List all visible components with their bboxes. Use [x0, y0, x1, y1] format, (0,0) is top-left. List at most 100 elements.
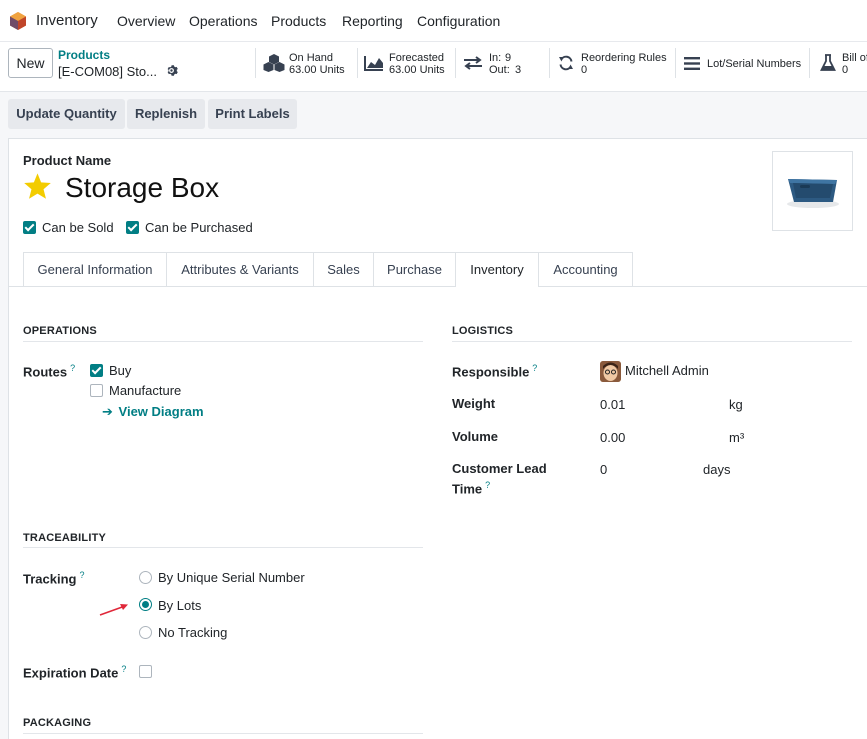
operations-section-title: OPERATIONS [23, 325, 97, 337]
can-be-sold-checkbox[interactable] [23, 221, 36, 234]
help-tooltip-icon[interactable]: ? [70, 363, 75, 373]
annotation-arrow-icon [98, 601, 130, 620]
menu-configuration[interactable]: Configuration [417, 13, 500, 29]
view-diagram-label: View Diagram [118, 404, 204, 419]
storage-box-image-icon [787, 179, 839, 208]
top-navbar: Inventory Overview Operations Products R… [0, 0, 867, 42]
on-hand-label: On Hand [289, 52, 334, 64]
tab-attributes-variants[interactable]: Attributes & Variants [166, 252, 314, 286]
in-out-stat-button[interactable]: In: 9 Out: 3 [455, 48, 549, 78]
forecasted-label: Forecasted [389, 52, 445, 64]
product-name[interactable]: Storage Box [65, 172, 219, 204]
arrow-right-icon: ➔ [102, 404, 113, 419]
replenish-button[interactable]: Replenish [127, 99, 205, 129]
tracking-serial-label[interactable]: By Unique Serial Number [158, 570, 305, 585]
reordering-label: Reordering Rules [581, 52, 667, 64]
tracking-lots-radio[interactable] [139, 598, 152, 611]
weight-unit: kg [729, 397, 743, 412]
lead-time-value[interactable]: 0 [600, 462, 607, 477]
product-name-label: Product Name [23, 153, 112, 168]
refresh-icon [558, 55, 574, 74]
can-be-sold-label: Can be Sold [42, 220, 114, 235]
tracking-label: Tracking? [23, 570, 84, 586]
breadcrumb-parent[interactable]: Products [58, 48, 110, 62]
tab-general-information[interactable]: General Information [23, 252, 167, 286]
update-quantity-button[interactable]: Update Quantity [8, 99, 125, 129]
customer-lead-time-label-line2: Time? [452, 480, 490, 496]
routes-label: Routes? [23, 363, 75, 379]
new-button[interactable]: New [8, 48, 53, 78]
out-label: Out: [489, 64, 510, 76]
app-name[interactable]: Inventory [36, 12, 98, 29]
flask-icon [820, 54, 836, 75]
area-chart-icon [364, 55, 384, 74]
view-diagram-link[interactable]: ➔ View Diagram [102, 404, 204, 420]
lead-time-label-text: Time [452, 481, 483, 497]
action-bar: Update Quantity Replenish Print Labels [0, 92, 867, 136]
lot-serial-stat-button[interactable]: Lot/Serial Numbers [675, 48, 809, 78]
expiration-date-checkbox[interactable] [139, 665, 152, 678]
tab-inventory[interactable]: Inventory [455, 252, 539, 287]
lot-serial-label: Lot/Serial Numbers [707, 58, 802, 70]
out-value: 3 [515, 64, 522, 76]
help-tooltip-icon[interactable]: ? [532, 363, 537, 373]
tab-accounting[interactable]: Accounting [538, 252, 633, 286]
tracking-none-label[interactable]: No Tracking [158, 625, 227, 640]
favorite-star-icon[interactable] [23, 172, 52, 203]
tracking-label-text: Tracking [23, 571, 77, 587]
reordering-value: 0 [581, 64, 588, 76]
in-label: In: [489, 52, 502, 64]
help-tooltip-icon[interactable]: ? [121, 664, 126, 674]
menu-reporting[interactable]: Reporting [342, 13, 403, 29]
menu-overview[interactable]: Overview [117, 13, 175, 29]
traceability-divider [23, 547, 423, 548]
bars-icon [684, 57, 700, 73]
app-logo-icon[interactable] [9, 11, 27, 34]
on-hand-stat-button[interactable]: On Hand 63.00 Units [255, 48, 357, 78]
tracking-none-radio[interactable] [139, 626, 152, 639]
tracking-serial-radio[interactable] [139, 571, 152, 584]
print-labels-button[interactable]: Print Labels [208, 99, 297, 129]
responsible-label-text: Responsible [452, 364, 530, 380]
bom-label: Bill of [842, 52, 867, 64]
help-tooltip-icon[interactable]: ? [79, 570, 84, 580]
bill-of-materials-stat-button[interactable]: Bill of 0 [809, 48, 867, 78]
forecasted-value: 63.00 Units [389, 64, 445, 76]
tab-sales[interactable]: Sales [313, 252, 374, 286]
responsible-label: Responsible? [452, 363, 537, 379]
menu-products[interactable]: Products [271, 13, 326, 29]
forecasted-stat-button[interactable]: Forecasted 63.00 Units [357, 48, 455, 78]
control-panel: New Products [E-COM08] Sto... On Hand 63… [0, 42, 867, 92]
expiration-date-label: Expiration Date? [23, 664, 126, 680]
routes-label-text: Routes [23, 364, 68, 380]
operations-divider [23, 341, 423, 342]
tracking-lots-label[interactable]: By Lots [158, 598, 201, 613]
route-manufacture-label: Manufacture [109, 383, 182, 398]
route-buy-checkbox[interactable] [90, 364, 103, 377]
gear-icon[interactable] [165, 64, 178, 80]
tab-purchase[interactable]: Purchase [373, 252, 456, 286]
responsible-value[interactable]: Mitchell Admin [625, 363, 709, 378]
logistics-divider [452, 341, 852, 342]
packaging-divider [23, 733, 423, 734]
customer-lead-time-label: Customer Lead [452, 461, 547, 476]
avatar [600, 361, 621, 382]
menu-operations[interactable]: Operations [189, 13, 257, 29]
volume-unit: m³ [729, 430, 745, 445]
route-manufacture-checkbox[interactable] [90, 384, 103, 397]
lead-time-unit: days [703, 462, 731, 477]
reordering-rules-stat-button[interactable]: Reordering Rules 0 [549, 48, 675, 78]
packaging-section-title: PACKAGING [23, 717, 92, 729]
weight-label: Weight [452, 396, 496, 411]
route-buy-label: Buy [109, 363, 132, 378]
weight-value[interactable]: 0.01 [600, 397, 625, 412]
expiration-label-text: Expiration Date [23, 665, 119, 681]
volume-value[interactable]: 0.00 [600, 430, 625, 445]
can-be-purchased-checkbox[interactable] [126, 221, 139, 234]
product-image[interactable] [772, 151, 853, 231]
can-be-purchased-label: Can be Purchased [145, 220, 253, 235]
logistics-section-title: LOGISTICS [452, 325, 514, 337]
volume-label: Volume [452, 429, 498, 444]
in-value: 9 [505, 52, 512, 64]
help-tooltip-icon[interactable]: ? [485, 480, 490, 490]
